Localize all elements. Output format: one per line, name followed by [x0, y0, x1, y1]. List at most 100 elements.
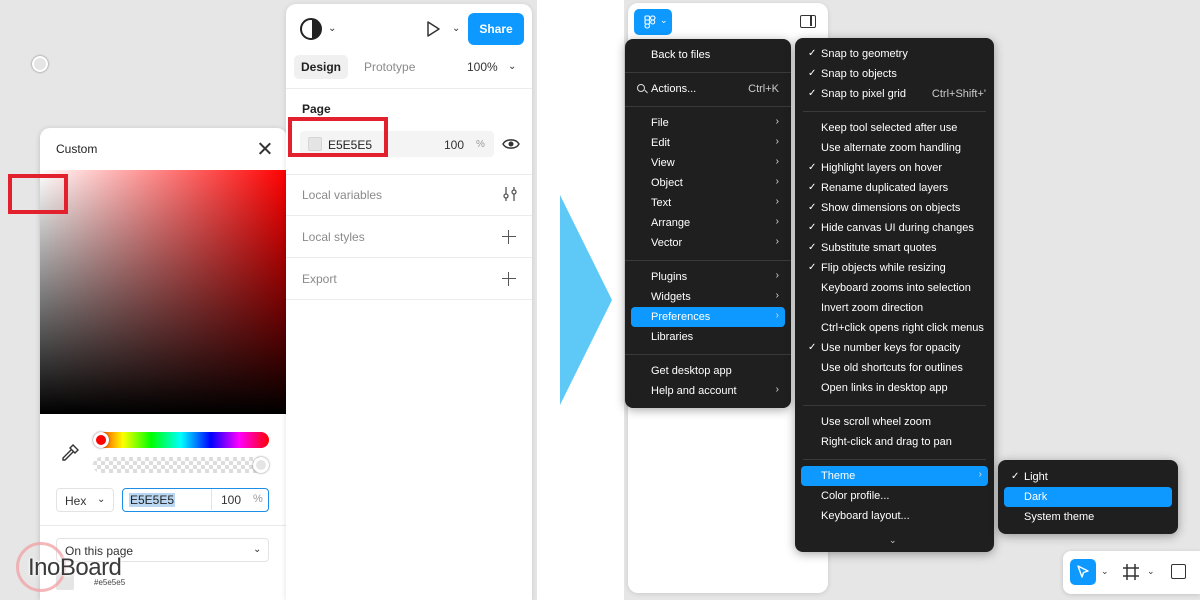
menu-item-edit[interactable]: Edit ›: [631, 133, 785, 153]
hue-slider-thumb[interactable]: [93, 432, 109, 448]
main-menu-button[interactable]: ⌄: [634, 9, 672, 35]
chevron-down-icon[interactable]: ⌄: [1147, 566, 1155, 577]
saturation-handle[interactable]: [32, 56, 48, 72]
pref-open-links-desktop[interactable]: Open links in desktop app: [801, 378, 988, 398]
variables-icon[interactable]: [502, 186, 518, 202]
menu-divider: [803, 111, 986, 112]
menu-item-widgets[interactable]: Widgets ›: [631, 287, 785, 307]
chevron-right-icon: ›: [775, 136, 779, 147]
chevron-right-icon: ›: [775, 116, 779, 127]
scroll-more-icon[interactable]: ⌄: [889, 535, 897, 546]
menu-item-libraries[interactable]: Libraries: [631, 327, 785, 347]
saturation-field[interactable]: [40, 170, 287, 414]
pref-smart-quotes[interactable]: ✓ Substitute smart quotes: [801, 238, 988, 258]
chevron-down-icon: ⌄: [97, 494, 106, 505]
move-tool-button[interactable]: [1070, 559, 1096, 585]
tab-prototype[interactable]: Prototype: [364, 60, 415, 74]
chevron-down-icon[interactable]: ⌄: [452, 23, 460, 34]
sidebar-toggle-icon[interactable]: [800, 15, 816, 28]
check-icon: ✓: [808, 162, 817, 173]
rectangle-tool-icon[interactable]: [1171, 564, 1186, 579]
pref-snap-to-pixel-grid[interactable]: ✓ Snap to pixel grid Ctrl+Shift+': [801, 84, 988, 104]
menu-item-preferences[interactable]: Preferences ›: [631, 307, 785, 327]
menu-item-vector[interactable]: Vector ›: [631, 233, 785, 253]
chevron-down-icon: ⌄: [660, 15, 668, 25]
pref-keep-tool-selected[interactable]: Keep tool selected after use: [801, 118, 988, 138]
theme-dark[interactable]: Dark: [1004, 487, 1172, 507]
chevron-down-icon[interactable]: ⌄: [508, 61, 516, 72]
main-menu: Back to files Actions... Ctrl+K File › Ed…: [625, 39, 791, 408]
eye-icon[interactable]: [502, 135, 520, 153]
menu-item-get-desktop-app[interactable]: Get desktop app: [631, 361, 785, 381]
pref-hide-canvas-ui[interactable]: ✓ Hide canvas UI during changes: [801, 218, 988, 238]
close-icon[interactable]: [256, 140, 274, 158]
section-local-styles[interactable]: Local styles: [302, 230, 365, 244]
menu-item-actions[interactable]: Actions... Ctrl+K: [631, 79, 785, 99]
pref-theme[interactable]: Theme ›: [801, 466, 988, 486]
alpha-value[interactable]: 100: [221, 493, 241, 507]
shortcut: Ctrl+Shift+': [931, 88, 986, 100]
pref-ctrl-click-menus[interactable]: Ctrl+click opens right click menus: [801, 318, 988, 338]
pref-show-dimensions[interactable]: ✓ Show dimensions on objects: [801, 198, 988, 218]
color-picker-popover: Custom Hex ⌄ E5E5E5 100 % On this page ⌄…: [40, 128, 287, 600]
pref-right-click-pan[interactable]: Right-click and drag to pan: [801, 432, 988, 452]
pref-snap-to-geometry[interactable]: ✓ Snap to geometry: [801, 44, 988, 64]
pref-keyboard-zooms[interactable]: Keyboard zooms into selection: [801, 278, 988, 298]
avatar[interactable]: [300, 18, 322, 40]
preferences-submenu: ✓ Snap to geometry ✓ Snap to objects ✓ Snap…: [795, 38, 994, 552]
color-format-select[interactable]: Hex ⌄: [56, 488, 114, 512]
theme-system[interactable]: System theme: [1004, 507, 1172, 527]
pref-snap-to-objects[interactable]: ✓ Snap to objects: [801, 64, 988, 84]
check-icon: ✓: [808, 182, 817, 193]
design-panel: ⌄ ⌄ Share Design Prototype 100% ⌄ Page E…: [286, 4, 532, 600]
page-fill-opacity[interactable]: 100: [444, 138, 464, 152]
pref-invert-zoom[interactable]: Invert zoom direction: [801, 298, 988, 318]
opacity-slider[interactable]: [93, 457, 269, 473]
chevron-right-icon: ›: [775, 270, 779, 281]
menu-divider: [803, 459, 986, 460]
tab-design[interactable]: Design: [294, 55, 348, 79]
pref-keyboard-layout[interactable]: Keyboard layout...: [801, 506, 988, 526]
color-picker-header: Custom: [40, 128, 287, 170]
divider: [286, 215, 532, 216]
menu-item-arrange[interactable]: Arrange ›: [631, 213, 785, 233]
menu-item-back-to-files[interactable]: Back to files: [631, 45, 785, 65]
chevron-down-icon[interactable]: ⌄: [328, 23, 336, 34]
menu-divider: [625, 354, 791, 355]
share-button[interactable]: Share: [468, 13, 524, 45]
pref-scroll-wheel-zoom[interactable]: Use scroll wheel zoom: [801, 412, 988, 432]
menu-item-file[interactable]: File ›: [631, 113, 785, 133]
plus-icon[interactable]: [502, 272, 516, 286]
pref-flip-objects[interactable]: ✓ Flip objects while resizing: [801, 258, 988, 278]
play-icon[interactable]: [424, 20, 442, 38]
check-icon: ✓: [808, 262, 817, 273]
pref-old-shortcuts[interactable]: Use old shortcuts for outlines: [801, 358, 988, 378]
pref-rename-duplicated[interactable]: ✓ Rename duplicated layers: [801, 178, 988, 198]
hue-slider[interactable]: [93, 432, 269, 448]
divider: [40, 525, 287, 526]
chevron-down-icon[interactable]: ⌄: [1101, 566, 1109, 577]
chevron-right-icon: ›: [775, 310, 779, 321]
plus-icon[interactable]: [502, 230, 516, 244]
figma-logo-icon: [644, 15, 656, 29]
eyedropper-icon[interactable]: [59, 442, 81, 464]
menu-item-text[interactable]: Text ›: [631, 193, 785, 213]
section-export[interactable]: Export: [302, 272, 337, 286]
opacity-slider-thumb[interactable]: [253, 457, 269, 473]
menu-item-object[interactable]: Object ›: [631, 173, 785, 193]
frame-tool-icon[interactable]: [1121, 562, 1141, 582]
menu-item-plugins[interactable]: Plugins ›: [631, 267, 785, 287]
pref-number-keys-opacity[interactable]: ✓ Use number keys for opacity: [801, 338, 988, 358]
menu-item-view[interactable]: View ›: [631, 153, 785, 173]
menu-item-help-and-account[interactable]: Help and account ›: [631, 381, 785, 401]
chevron-right-icon: ›: [978, 469, 982, 480]
zoom-level[interactable]: 100%: [467, 60, 498, 74]
pref-alternate-zoom[interactable]: Use alternate zoom handling: [801, 138, 988, 158]
section-local-variables[interactable]: Local variables: [302, 188, 382, 202]
hex-value[interactable]: E5E5E5: [129, 493, 176, 507]
pref-highlight-layers[interactable]: ✓ Highlight layers on hover: [801, 158, 988, 178]
watermark-logo: InoBoard: [14, 540, 134, 596]
hex-input[interactable]: E5E5E5 100 %: [122, 488, 269, 512]
pref-color-profile[interactable]: Color profile...: [801, 486, 988, 506]
theme-light[interactable]: ✓ Light: [1004, 467, 1172, 487]
